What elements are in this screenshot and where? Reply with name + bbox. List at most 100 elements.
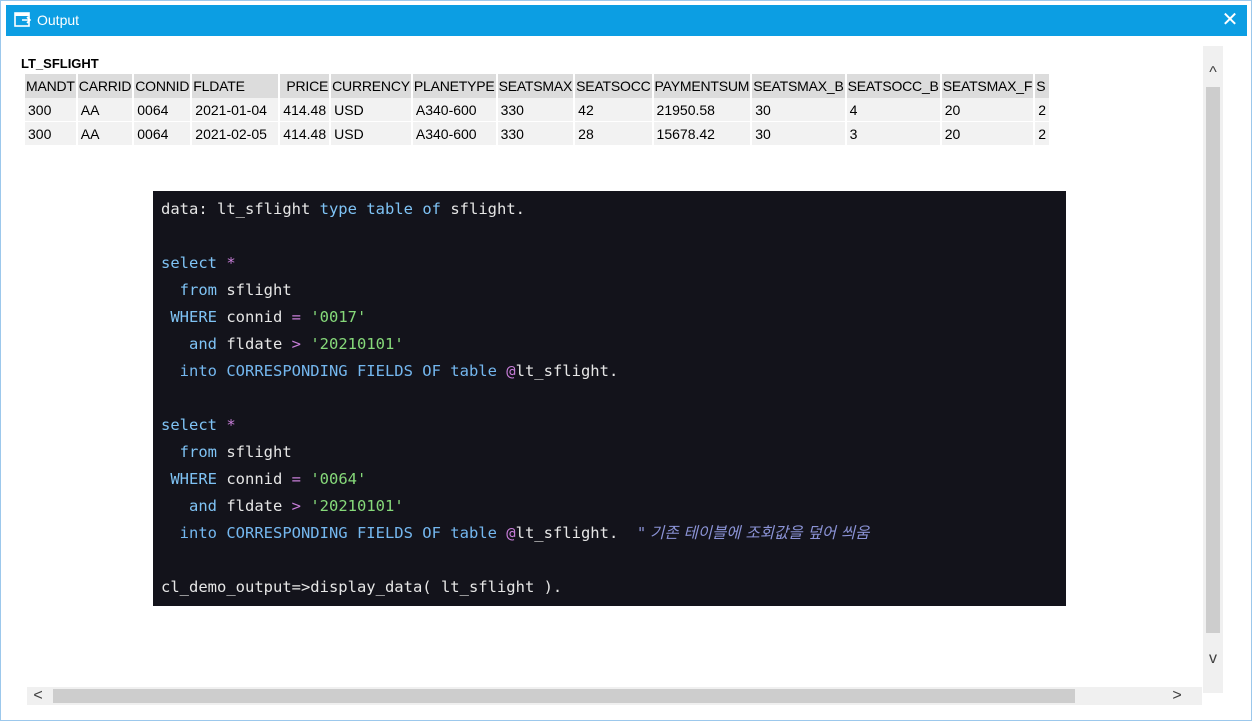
vertical-scrollbar[interactable]: ^ v xyxy=(1203,46,1223,693)
col-planetype: PLANETYPE xyxy=(412,74,496,98)
code-line: cl_demo_output=>display_data( lt_sflight… xyxy=(161,574,1066,601)
cell: AA xyxy=(77,98,133,122)
vertical-scroll-thumb[interactable] xyxy=(1206,87,1220,633)
code-token: and xyxy=(161,497,217,515)
code-token: type xyxy=(319,200,357,218)
code-line: WHERE connid = '0064' xyxy=(161,466,1066,493)
code-token: of xyxy=(422,200,441,218)
cell: 3 xyxy=(846,122,940,146)
cell: 2021-01-04 xyxy=(192,98,279,122)
col-fldate: FLDATE xyxy=(192,74,279,98)
code-token: * xyxy=(217,254,236,272)
code-token: fldate xyxy=(217,335,292,353)
code-token: cl_demo_output=>display_data( lt_sflight… xyxy=(161,578,563,596)
cell: 2021-02-05 xyxy=(192,122,279,146)
code-token: and xyxy=(161,335,217,353)
code-token: sflight xyxy=(217,281,292,299)
code-token: = xyxy=(291,470,301,488)
code-line: into CORRESPONDING FIELDS OF table @lt_s… xyxy=(161,358,1066,385)
horizontal-scrollbar[interactable]: < > xyxy=(27,687,1202,705)
code-token: from xyxy=(161,443,217,461)
code-token: WHERE xyxy=(161,470,217,488)
col-price: PRICE xyxy=(280,74,330,98)
cell: 42 xyxy=(575,98,652,122)
col-seatsmax: SEATSMAX xyxy=(497,74,574,98)
code-token: '0017' xyxy=(310,308,367,326)
scroll-down-icon[interactable]: v xyxy=(1203,646,1223,672)
cell: AA xyxy=(77,122,133,146)
cell: 330 xyxy=(497,122,574,146)
table-name: LT_SFLIGHT xyxy=(21,56,99,71)
code-token: select xyxy=(161,254,217,272)
code-line: from sflight xyxy=(161,277,1066,304)
col-truncated: S xyxy=(1035,74,1050,98)
code-line: WHERE connid = '0017' xyxy=(161,304,1066,331)
code-token: into CORRESPONDING FIELDS OF table xyxy=(161,362,497,380)
scroll-left-icon[interactable]: < xyxy=(27,687,49,705)
code-token: connid xyxy=(217,470,292,488)
code-token: table xyxy=(366,200,413,218)
output-table: MANDT CARRID CONNID FLDATE PRICE CURRENC… xyxy=(23,74,1051,146)
code-token: connid xyxy=(217,308,292,326)
col-paymentsum: PAYMENTSUM xyxy=(653,74,751,98)
cell: 20 xyxy=(941,98,1034,122)
code-line: data: lt_sflight type table of sflight. xyxy=(161,196,1066,223)
col-seatsocc-b: SEATSOCC_B xyxy=(846,74,940,98)
code-token: sflight xyxy=(217,443,292,461)
col-connid: CONNID xyxy=(134,74,191,98)
header-row: MANDT CARRID CONNID FLDATE PRICE CURRENC… xyxy=(25,74,1050,98)
cell: 414.48 xyxy=(280,98,330,122)
code-token: fldate xyxy=(217,497,292,515)
output-window: Output ✕ LT_SFLIGHT MANDT CARRID CONNID … xyxy=(0,0,1252,721)
cell: 15678.42 xyxy=(653,122,751,146)
cell: A340-600 xyxy=(412,98,496,122)
code-token: @ xyxy=(506,524,516,542)
cell: A340-600 xyxy=(412,122,496,146)
col-currency: CURRENCY xyxy=(331,74,411,98)
code-token: lt_sflight. xyxy=(515,362,619,380)
cell: 330 xyxy=(497,98,574,122)
cell: 30 xyxy=(752,122,845,146)
cell: 28 xyxy=(575,122,652,146)
cell: 2 xyxy=(1035,122,1050,146)
col-seatsmax-b: SEATSMAX_B xyxy=(752,74,845,98)
code-token: @ xyxy=(506,362,516,380)
code-token: = xyxy=(291,308,301,326)
table-row: 300 AA 0064 2021-02-05 414.48 USD A340-6… xyxy=(25,122,1050,146)
code-token: > xyxy=(291,335,301,353)
code-token: '20210101' xyxy=(310,335,404,353)
code-token: '0064' xyxy=(310,470,367,488)
cell: 0064 xyxy=(134,122,191,146)
code-token: into CORRESPONDING FIELDS OF table xyxy=(161,524,497,542)
cell: 30 xyxy=(752,98,845,122)
col-seatsmax-f: SEATSMAX_F xyxy=(941,74,1034,98)
code-line: select * xyxy=(161,250,1066,277)
cell: 20 xyxy=(941,122,1034,146)
horizontal-scroll-thumb[interactable] xyxy=(53,689,1075,703)
cell: 0064 xyxy=(134,98,191,122)
scroll-right-icon[interactable]: > xyxy=(1166,687,1188,705)
code-line: select * xyxy=(161,412,1066,439)
cell: 4 xyxy=(846,98,940,122)
window-title: Output xyxy=(37,12,80,28)
code-token: from xyxy=(161,281,217,299)
scroll-up-icon[interactable]: ^ xyxy=(1203,60,1223,86)
code-token: sflight. xyxy=(441,200,525,218)
code-line: from sflight xyxy=(161,439,1066,466)
close-button[interactable]: ✕ xyxy=(1219,8,1241,32)
code-comment: " 기존 테이블에 조회값을 덮어 씌움 xyxy=(618,524,870,542)
col-carrid: CARRID xyxy=(77,74,133,98)
code-token: data: lt_sflight xyxy=(161,200,320,218)
code-token: * xyxy=(217,416,236,434)
cell: 300 xyxy=(25,122,76,146)
